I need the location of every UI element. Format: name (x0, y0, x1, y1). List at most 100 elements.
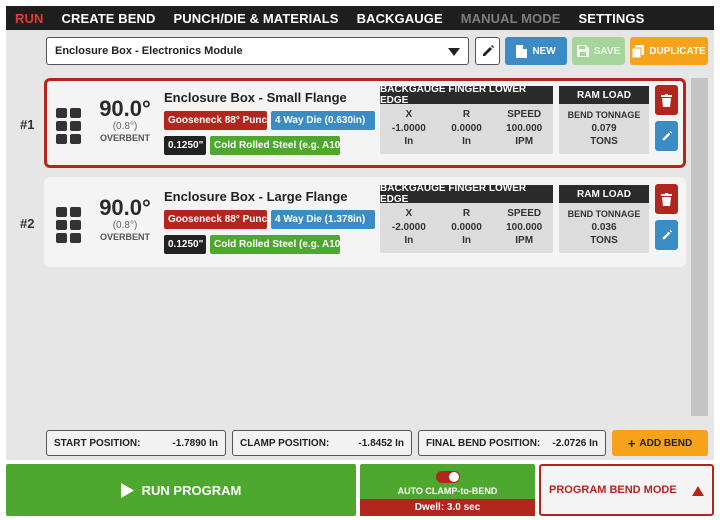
tab-settings[interactable]: SETTINGS (570, 6, 654, 30)
pencil-icon (482, 45, 494, 56)
backgauge-header: BACKGAUGE FINGER LOWER EDGE (380, 84, 553, 106)
thickness-chip: 0.1250" (164, 235, 206, 254)
tonnage-unit: TONS (590, 235, 618, 246)
tab-create-bend[interactable]: CREATE BEND (52, 6, 164, 30)
top-nav: RUN CREATE BEND PUNCH/DIE & MATERIALS BA… (6, 6, 714, 30)
run-panel: Enclosure Box - Electronics Module NEW S… (6, 30, 714, 460)
delete-bend-button[interactable] (655, 85, 678, 115)
tab-run[interactable]: RUN (6, 6, 52, 30)
new-button[interactable]: NEW (505, 37, 567, 65)
speed-unit: IPM (515, 136, 534, 147)
r-label: R (462, 109, 471, 120)
tab-manual-mode[interactable]: MANUAL MODE (452, 6, 570, 30)
r-label: R (462, 208, 471, 219)
play-icon (120, 482, 134, 498)
final-bend-position-field: FINAL BEND POSITION: -2.0726 In (418, 430, 606, 456)
program-select[interactable]: Enclosure Box - Electronics Module (46, 37, 469, 65)
edit-bend-button[interactable] (655, 220, 678, 250)
drag-handle-icon[interactable] (56, 207, 81, 243)
backgauge-x: X -1.0000 In (380, 108, 438, 148)
duplicate-button[interactable]: DUPLICATE (630, 37, 708, 65)
new-file-icon (516, 44, 528, 58)
save-label: SAVE (593, 45, 621, 57)
r-unit: In (462, 235, 471, 246)
overbend-value: (0.8°) (112, 121, 138, 132)
speed-label: SPEED (507, 109, 542, 120)
material-chip: Cold Rolled Steel (e.g. A1008) (210, 136, 340, 155)
backgauge-r: R 0.0000 In (438, 108, 496, 148)
auto-clamp-panel: AUTO CLAMP-to-BEND Dwell: 3.0 sec (360, 464, 535, 516)
edit-bend-button[interactable] (655, 121, 678, 151)
run-program-button[interactable]: RUN PROGRAM (6, 464, 356, 516)
thickness-chip: 0.1250" (164, 136, 206, 155)
material-chip: Cold Rolled Steel (e.g. A1008) (210, 235, 340, 254)
bend-title: Enclosure Box - Small Flange (164, 90, 347, 105)
start-position-field: START POSITION: -1.7890 In (46, 430, 226, 456)
program-mode-button[interactable]: PROGRAM BEND MODE (539, 464, 714, 516)
pencil-icon (662, 130, 672, 141)
tab-punch-die-materials[interactable]: PUNCH/DIE & MATERIALS (165, 6, 348, 30)
caret-down-icon (448, 48, 460, 56)
program-select-value: Enclosure Box - Electronics Module (55, 45, 243, 57)
add-bend-button[interactable]: + ADD BEND (612, 430, 708, 456)
drag-handle-icon[interactable] (56, 108, 81, 144)
x-unit: In (404, 136, 414, 147)
tonnage-unit: TONS (590, 136, 618, 147)
triangle-up-icon (692, 486, 704, 496)
bend-card[interactable]: 90.0° (0.8°) OVERBENT Enclosure Box - La… (44, 177, 686, 267)
plus-icon: + (627, 435, 636, 451)
final-bend-position-value: -2.0726 In (552, 437, 598, 449)
ram-load-box: RAM LOAD BEND TONNAGE 0.036 TONS (559, 185, 649, 253)
backgauge-r: R 0.0000 In (438, 207, 496, 247)
x-value: -1.0000 (391, 123, 426, 134)
bend-card[interactable]: 90.0° (0.8°) OVERBENT Enclosure Box - Sm… (44, 78, 686, 168)
clamp-position-field: CLAMP POSITION: -1.8452 In (232, 430, 412, 456)
x-unit: In (404, 235, 414, 246)
r-unit: In (462, 136, 471, 147)
backgauge-box: BACKGAUGE FINGER LOWER EDGE X -2.0000 In… (380, 183, 553, 253)
x-value: -2.0000 (391, 222, 426, 233)
punch-chip: Gooseneck 88° Punch (164, 210, 267, 229)
die-chip: 4 Way Die (0.630in) (271, 111, 375, 130)
save-button[interactable]: SAVE (572, 37, 625, 65)
overbend-label: OVERBENT (99, 232, 150, 242)
backgauge-box: BACKGAUGE FINGER LOWER EDGE X -1.0000 In… (380, 84, 553, 154)
trash-icon (661, 93, 672, 107)
tonnage-value: 0.079 (591, 123, 617, 134)
start-position-label: START POSITION: (54, 437, 141, 449)
trash-icon (661, 192, 672, 206)
edit-program-button[interactable] (475, 37, 500, 65)
overbend-label: OVERBENT (99, 133, 150, 143)
auto-clamp-label: AUTO CLAMP-to-BEND (397, 486, 498, 496)
tonnage-label: BEND TONNAGE (567, 110, 641, 120)
die-chip: 4 Way Die (1.378in) (271, 210, 375, 229)
tonnage-label: BEND TONNAGE (567, 209, 641, 219)
ram-load-box: RAM LOAD BEND TONNAGE 0.079 TONS (559, 86, 649, 154)
backgauge-speed: SPEED 100.000 IPM (495, 108, 553, 148)
r-value: 0.0000 (451, 123, 482, 134)
x-label: X (405, 208, 413, 219)
angle-value: 90.0° (99, 195, 151, 220)
backgauge-header: BACKGAUGE FINGER LOWER EDGE (380, 183, 553, 205)
duplicate-label: DUPLICATE (649, 45, 706, 57)
mode-prefix: PROGRAM (549, 484, 607, 496)
x-label: X (405, 109, 413, 120)
backgauge-x: X -2.0000 In (380, 207, 438, 247)
r-value: 0.0000 (451, 222, 482, 233)
start-position-value: -1.7890 In (172, 437, 218, 449)
mode-word: BEND MODE (609, 484, 677, 496)
speed-value: 100.000 (506, 222, 543, 233)
bend-index: #2 (20, 216, 35, 231)
clamp-position-value: -1.8452 In (358, 437, 404, 449)
bend-index: #1 (20, 117, 35, 132)
delete-bend-button[interactable] (655, 184, 678, 214)
duplicate-icon (632, 44, 645, 58)
backgauge-speed: SPEED 100.000 IPM (495, 207, 553, 247)
bend-angle: 90.0° (0.8°) OVERBENT (95, 97, 155, 144)
bend-list-scrollbar[interactable] (691, 78, 708, 416)
dwell-setting[interactable]: Dwell: 3.0 sec (360, 499, 535, 516)
add-bend-label: ADD BEND (639, 437, 693, 449)
tab-backgauge[interactable]: BACKGAUGE (348, 6, 452, 30)
ram-load-header: RAM LOAD (559, 185, 649, 203)
auto-clamp-toggle[interactable] (436, 471, 460, 483)
